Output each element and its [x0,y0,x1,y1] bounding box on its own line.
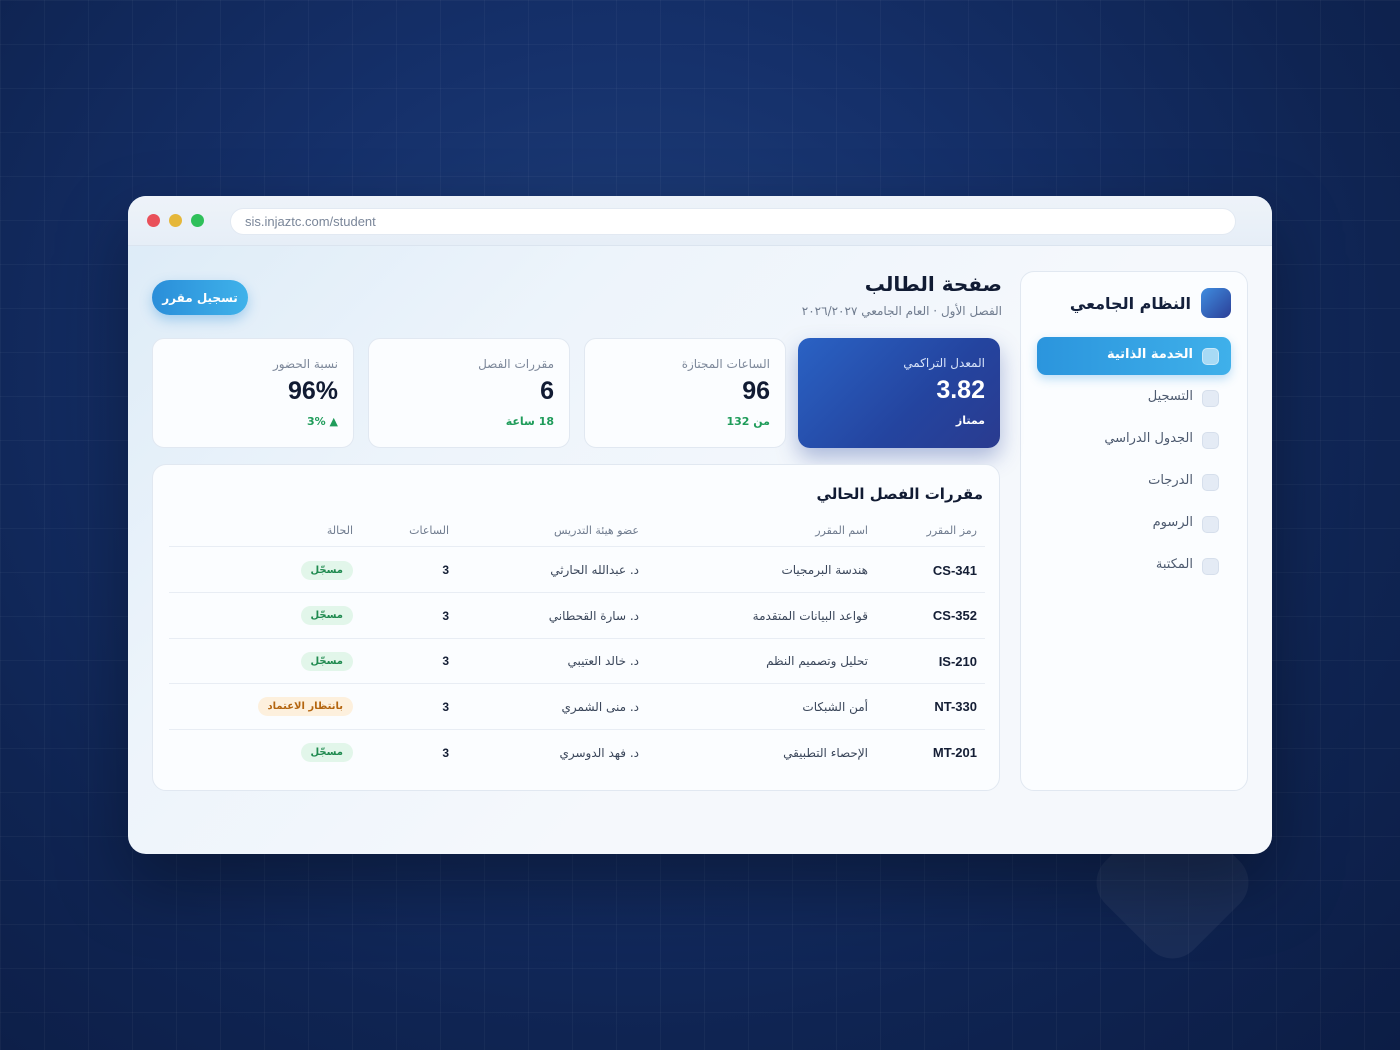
stat-label: المعدل التراكمي [903,356,985,370]
stat-card-attendance: نسبة الحضور 96% ▲ 3% [152,338,354,448]
minimize-window-button[interactable] [169,214,182,227]
nav-item-icon [1202,516,1219,533]
status-badge: مسجّل [300,743,353,762]
sidebar-item-grades[interactable]: الدرجات [1037,463,1231,501]
stat-note: 18 ساعة [505,415,554,428]
cell-hours: 3 [442,745,449,760]
header-code: رمز المقرر [926,524,977,537]
cell-status: بانتظار الاعتماد [173,685,353,729]
cell-instructor: د. سارة القحطاني [548,608,639,623]
sidebar-item-library[interactable]: المكتبة [1037,547,1231,585]
browser-titlebar: sis.injaztc.com/student [128,196,1272,246]
cell-hours: 3 [442,654,449,668]
cell-hours: 3 [442,699,449,714]
nav-item-icon [1202,558,1219,575]
cell-name: الإحصاء التطبيقي [783,745,868,760]
page-subtitle: الفصل الأول · العام الجامعي ٢٠٢٦/٢٠٢٧ [801,304,1002,318]
stat-note: ▲ 3% [307,415,338,428]
cell-status: مسجّل [173,730,353,775]
stat-card-semester-courses: مقررات الفصل 6 18 ساعة [368,338,570,448]
cell-status: مسجّل [173,548,353,592]
table-row[interactable]: NT-330 أمن الشبكات د. منى الشمري 3 بانتظار ا… [169,685,985,730]
table-header: رمز المقرر اسم المقرر عضو هيئة التدريس ا… [169,515,985,547]
table-row[interactable]: IS-210 تحليل وتصميم النظم د. خالد العتيبي 3… [169,639,985,684]
courses-table-title: مقررات الفصل الحالي [816,485,983,503]
stat-value: 96 [742,377,770,405]
brand-name: النظام الجامعي [1069,294,1191,313]
cell-instructor: د. فهد الدوسري [559,745,639,760]
nav-item-icon [1202,348,1219,365]
sidebar-item-label: الدرجات [1148,473,1193,488]
status-badge: مسجّل [300,560,353,580]
sidebar: النظام الجامعي الخدمة الذاتية التسجيل ال… [1020,271,1248,791]
sidebar-item-schedule[interactable]: الجدول الدراسي [1037,421,1231,459]
cell-name: أمن الشبكات [802,699,868,714]
cell-code: CS-341 [932,562,977,578]
cell-status: مسجّل [173,594,353,638]
cell-hours: 3 [442,563,449,577]
courses-table-card: مقررات الفصل الحالي رمز المقرر اسم المقر… [152,464,1000,791]
nav-item-icon [1202,432,1219,449]
header-status: الحالة [326,524,353,537]
cell-instructor: د. منى الشمري [561,699,639,714]
stat-label: الساعات المجتازة [681,357,770,371]
sidebar-item-fees[interactable]: الرسوم [1037,505,1231,543]
cell-code: NT-330 [934,699,977,714]
nav-item-icon [1202,390,1219,407]
register-course-button[interactable]: تسجيل مقرر [152,280,248,315]
browser-window: sis.injaztc.com/student النظام الجامعي ا… [128,196,1272,854]
sidebar-item-label: التسجيل [1147,389,1193,404]
sidebar-nav: الخدمة الذاتية التسجيل الجدول الدراسي ال… [1037,337,1231,589]
address-bar[interactable]: sis.injaztc.com/student [230,208,1236,235]
stat-value: 96% [287,377,338,405]
close-window-button[interactable] [147,214,160,227]
cell-name: قواعد البيانات المتقدمة [752,608,868,623]
cell-instructor: د. عبدالله الحارثي [550,563,639,577]
stat-card-gpa: المعدل التراكمي 3.82 ممتاز [798,338,1000,448]
brand-logo-icon [1201,288,1231,318]
cell-code: IS-210 [938,653,977,669]
sidebar-item-label: الرسوم [1152,515,1193,530]
sidebar-item-label: المكتبة [1155,557,1193,572]
maximize-window-button[interactable] [191,214,204,227]
cell-code: CS-352 [932,608,977,623]
status-badge: مسجّل [300,651,353,671]
table-row[interactable]: CS-341 هندسة البرمجيات د. عبدالله الحارثي 3… [169,548,985,593]
table-row[interactable]: CS-352 قواعد البيانات المتقدمة د. سارة الق… [169,594,985,639]
sidebar-item-label: الجدول الدراسي [1104,431,1193,446]
stat-card-completed-hours: الساعات المجتازة 96 من 132 [584,338,786,448]
header-instructor: عضو هيئة التدريس [553,524,639,537]
page-title: صفحة الطالب [864,272,1002,296]
cell-name: هندسة البرمجيات [781,563,868,577]
header-hours: الساعات [409,524,449,537]
sidebar-item-self-service[interactable]: الخدمة الذاتية [1037,337,1231,375]
status-badge: مسجّل [300,606,353,625]
stat-note: ممتاز [955,414,985,427]
stat-label: نسبة الحضور [272,357,338,371]
status-badge: بانتظار الاعتماد [257,697,353,716]
sidebar-item-registration[interactable]: التسجيل [1037,379,1231,417]
cell-instructor: د. خالد العتيبي [567,654,639,668]
header-name: اسم المقرر [815,524,868,537]
sidebar-item-label: الخدمة الذاتية [1106,347,1193,362]
cell-hours: 3 [442,608,449,623]
cell-name: تحليل وتصميم النظم [766,654,868,668]
cell-status: مسجّل [173,639,353,683]
stat-value: 6 [540,377,554,405]
nav-item-icon [1202,474,1219,491]
cell-code: MT-201 [932,745,977,760]
table-row[interactable]: MT-201 الإحصاء التطبيقي د. فهد الدوسري 3 مسج… [169,730,985,775]
stat-label: مقررات الفصل [478,357,554,371]
stat-value: 3.82 [936,376,985,404]
stat-note: من 132 [726,415,770,428]
